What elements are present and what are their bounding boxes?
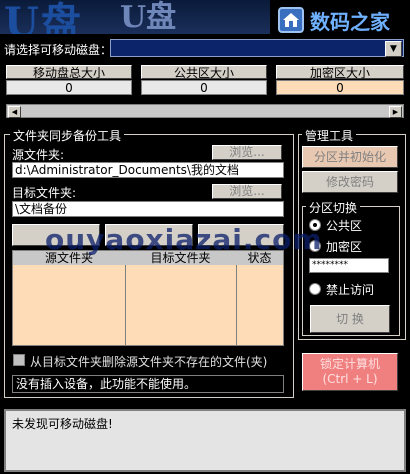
scroll-right-icon[interactable]: ▶ <box>389 106 402 118</box>
delete-missing-checkbox[interactable] <box>13 354 25 366</box>
watermark: ouyaoxiazai.com <box>45 223 323 256</box>
scroll-left-icon[interactable]: ◀ <box>8 106 21 118</box>
deny-access-label: 禁止访问 <box>326 283 375 297</box>
deny-access-radio[interactable] <box>309 283 321 295</box>
drive-select-label: 请选择可移动磁盘： <box>4 43 113 57</box>
target-folder-label: 目标文件夹: <box>12 186 77 200</box>
message-text: 未发现可移动磁盘! <box>12 417 113 431</box>
sync-tool-title: 文件夹同步备份工具 <box>10 127 125 144</box>
sync-status-text: 没有插入设备，此功能不能使用。 <box>12 375 284 393</box>
app-banner: U盘 U盘 <box>0 0 270 34</box>
column-divider <box>125 265 126 345</box>
change-password-button[interactable]: 修改密码 <box>302 171 398 193</box>
progress-bar: ◀ ▶ <box>6 104 404 118</box>
public-size-header: 公共区大小 <box>141 65 267 80</box>
house-icon <box>278 7 304 33</box>
encrypted-size-header: 加密区大小 <box>276 65 404 80</box>
brand-logo-text: 数码之家 <box>310 10 390 34</box>
total-size-header: 移动盘总大小 <box>6 65 132 80</box>
lock-button-label: 锁定计算机 <box>319 357 380 371</box>
banner-art-2: U盘 <box>120 0 177 34</box>
sync-task-table[interactable]: 源文件夹 目标文件夹 状态 <box>12 250 284 346</box>
browse-source-button[interactable]: 浏览... <box>212 145 282 160</box>
switch-partition-button[interactable]: 切 换 <box>310 305 390 333</box>
column-divider <box>236 265 237 345</box>
source-folder-input[interactable]: d:\Administrator_Documents\我的文档 <box>12 162 284 178</box>
chevron-down-icon[interactable]: ▼ <box>385 41 402 57</box>
message-area: 未发现可移动磁盘! <box>4 409 406 472</box>
lock-computer-button[interactable]: 锁定计算机 (Ctrl + L) <box>302 353 398 391</box>
encrypted-size-value: 0 <box>276 80 404 95</box>
password-input[interactable]: ******** <box>309 258 389 273</box>
encrypted-radio-label: 加密区 <box>326 240 363 254</box>
partition-switch-title: 分区切换 <box>306 199 361 216</box>
total-size-value: 0 <box>6 80 132 95</box>
partition-init-button[interactable]: 分区并初始化 <box>302 146 398 168</box>
public-radio-label: 公共区 <box>326 219 363 233</box>
manage-tool-title: 管理工具 <box>302 127 357 144</box>
browse-target-button[interactable]: 浏览... <box>212 184 282 199</box>
target-folder-input[interactable]: \文档备份 <box>12 201 284 217</box>
drive-select[interactable]: ▼ <box>110 39 404 57</box>
public-size-value: 0 <box>141 80 267 95</box>
delete-missing-label: 从目标文件夹删除源文件夹不存在的文件(夹) <box>30 355 268 369</box>
lock-button-shortcut: (Ctrl + L) <box>322 372 378 386</box>
source-folder-label: 源文件夹: <box>12 148 65 162</box>
banner-art: U盘 <box>4 0 83 34</box>
